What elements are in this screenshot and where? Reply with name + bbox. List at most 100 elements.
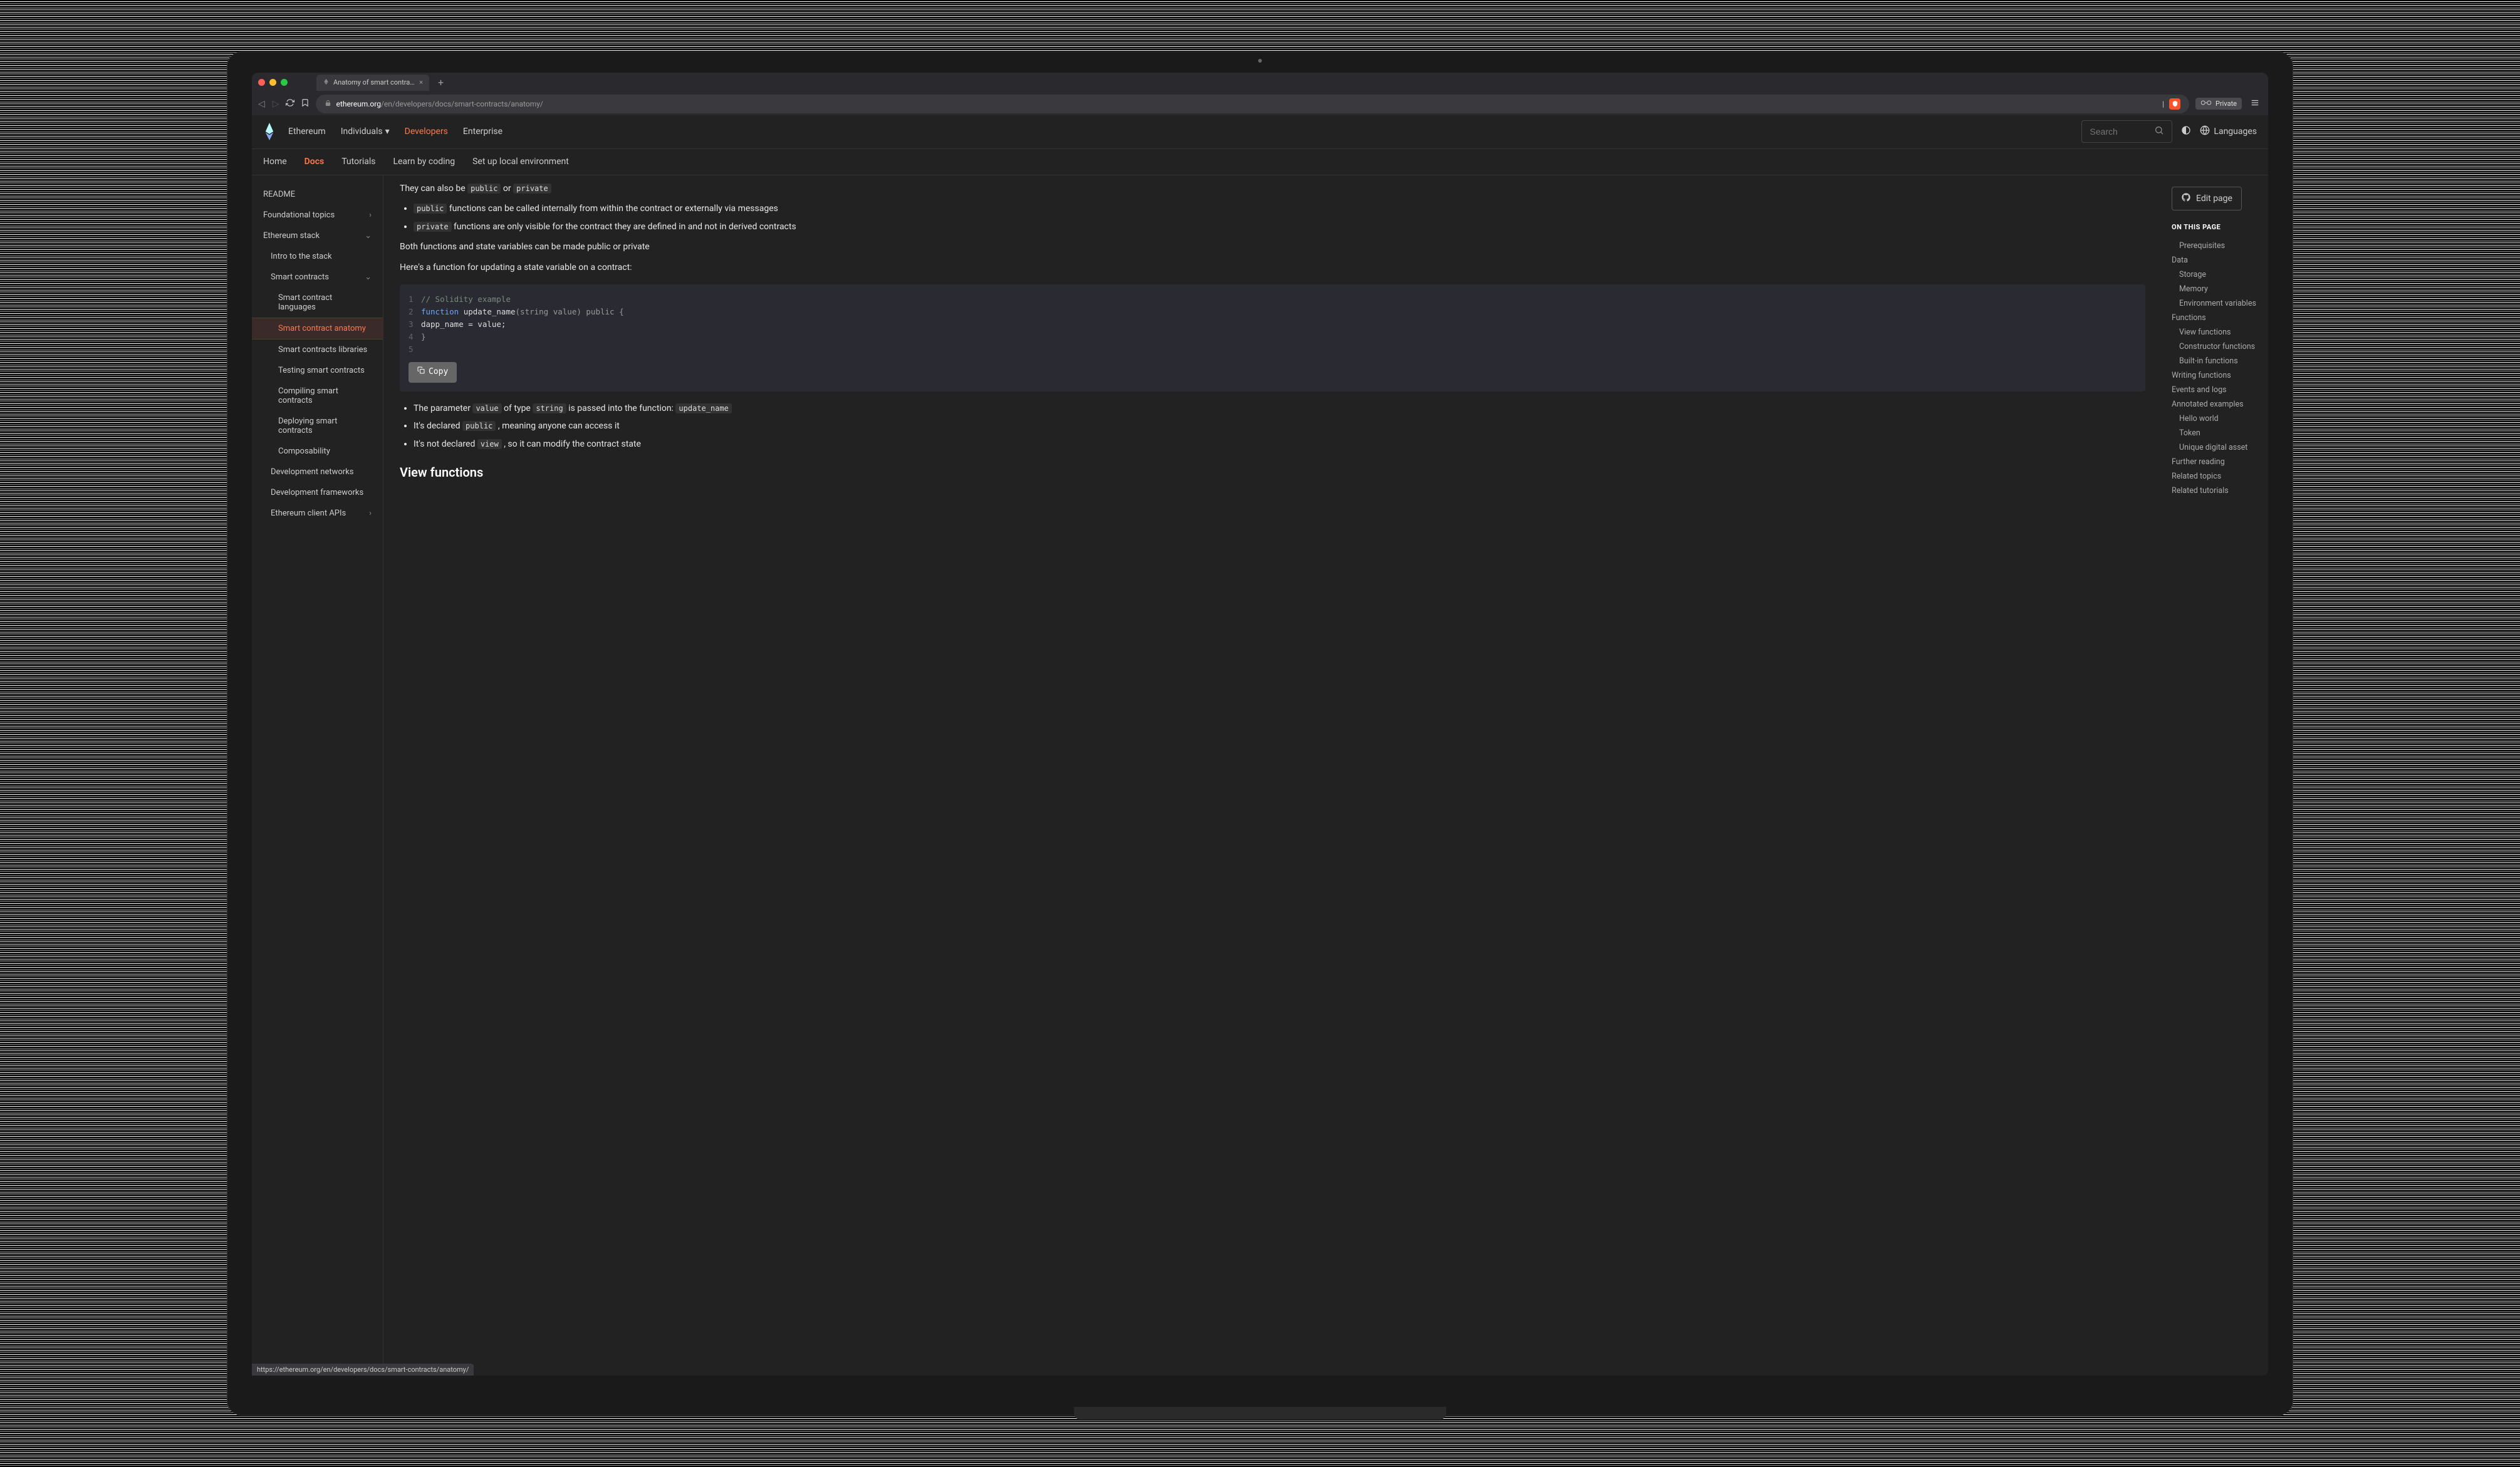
glasses-icon [2200,100,2212,108]
ethereum-logo-icon[interactable] [263,123,276,140]
private-badge: Private [2195,98,2242,110]
github-icon [2181,192,2191,205]
chevron-right-icon: › [369,210,372,220]
toc-item[interactable]: View functions [2172,325,2258,340]
sidebar-item[interactable]: Smart contracts⌄ [252,267,383,288]
toc-item[interactable]: Writing functions [2172,368,2258,383]
sidebar-item[interactable]: Smart contract anatomy [252,318,383,340]
browser-tab[interactable]: Anatomy of smart contracts | et × [316,75,429,91]
tab-bar: Anatomy of smart contracts | et × + [252,73,2268,93]
toc-item[interactable]: Unique digital asset [2172,440,2258,455]
toc-list: PrerequisitesDataStorageMemoryEnvironmen… [2172,239,2258,498]
window-maximize-button[interactable] [281,79,288,86]
edit-page-button[interactable]: Edit page [2172,187,2242,210]
toc-item[interactable]: Related topics [2172,469,2258,484]
window-minimize-button[interactable] [269,79,276,86]
sidebar-item-label: Deploying smart contracts [278,417,372,435]
sidebar-item-label: Composability [278,447,330,456]
nav-ethereum[interactable]: Ethereum [288,127,326,137]
copy-button[interactable]: Copy [409,362,457,383]
language-selector[interactable]: Languages [2200,125,2257,138]
window-close-button[interactable] [258,79,265,86]
sidebar-item[interactable]: Foundational topics › [252,205,383,225]
toc-item[interactable]: Prerequisites [2172,239,2258,253]
sidebar-item[interactable]: README [252,184,383,205]
sidebar-item-label: Compiling smart contracts [278,386,372,405]
sidebar-item[interactable]: Testing smart contracts [252,360,383,381]
toc-item[interactable]: Related tutorials [2172,484,2258,498]
chevron-down-icon: ▾ [385,127,390,137]
chevron-right-icon: › [369,509,372,518]
toc-item[interactable]: Constructor functions [2172,340,2258,354]
camera-dot [1258,59,1262,63]
traffic-lights [258,79,288,86]
list-item: private functions are only visible for t… [414,220,2145,234]
sidebar-item[interactable]: Ethereum stack ⌄ [252,225,383,246]
nav-individuals[interactable]: Individuals ▾ [341,127,390,137]
status-bar: https://ethereum.org/en/developers/docs/… [252,1364,474,1376]
sidebar-item[interactable]: Compiling smart contracts [252,381,383,411]
sidebar-item[interactable]: Development frameworks [252,482,383,503]
sidebar-item[interactable]: Deploying smart contracts [252,411,383,441]
sidebar-right: Edit page ON THIS PAGE PrerequisitesData… [2162,175,2268,1376]
back-button[interactable]: ◁ [258,99,265,109]
forward-button[interactable]: ▷ [273,99,279,109]
subnav-setup[interactable]: Set up local environment [472,157,569,167]
subnav-home[interactable]: Home [263,157,287,167]
sidebar-item-label: Testing smart contracts [278,366,365,375]
update-text: Here's a function for updating a state v… [400,261,2145,274]
subnav-docs[interactable]: Docs [305,157,325,167]
toc-heading: ON THIS PAGE [2172,223,2258,231]
page-content: Ethereum Individuals ▾ Developers Enterp… [252,115,2268,1376]
chevron-down-icon: ⌄ [365,231,372,241]
nav-enterprise[interactable]: Enterprise [463,127,502,137]
toc-item[interactable]: Memory [2172,282,2258,296]
search-input[interactable] [2090,127,2149,137]
code-private: private [513,184,551,194]
list-item: public functions can be called internall… [414,202,2145,215]
nav-developers[interactable]: Developers [405,127,448,137]
sidebar-item[interactable]: Composability [252,441,383,462]
sidebar-item-label: Ethereum stack [263,231,320,241]
code-public: public [467,184,501,194]
bookmark-button[interactable] [301,98,310,110]
toc-item[interactable]: Functions [2172,311,2258,325]
sidebar-item[interactable]: Smart contracts libraries [252,340,383,360]
toc-item[interactable]: Built-in functions [2172,354,2258,368]
toc-item[interactable]: Environment variables [2172,296,2258,311]
toc-item[interactable]: Events and logs [2172,383,2258,397]
sidebar-item[interactable]: Development networks [252,462,383,482]
toc-item[interactable]: Further reading [2172,455,2258,469]
sidebar-item-label: Development frameworks [271,488,363,497]
sidebar-item[interactable]: Intro to the stack [252,246,383,267]
search-box[interactable] [2081,120,2172,143]
shield-icon[interactable] [2169,98,2180,110]
subnav-tutorials[interactable]: Tutorials [341,157,375,167]
site-header: Ethereum Individuals ▾ Developers Enterp… [252,115,2268,149]
browser-menu-button[interactable] [2248,98,2262,110]
url-input[interactable]: ethereum.org/en/developers/docs/smart-co… [316,95,2189,113]
sidebar-item-label: Foundational topics [263,210,335,220]
sidebar-item-label: README [263,190,295,199]
tab-close-icon[interactable]: × [419,78,423,86]
nav-arrows: ◁ ▷ [258,99,279,109]
sidebar-item-label: Smart contract languages [278,293,372,312]
theme-toggle-button[interactable] [2181,125,2191,138]
toc-item[interactable]: Storage [2172,267,2258,282]
lock-icon [325,100,331,108]
toc-item[interactable]: Annotated examples [2172,397,2258,412]
url-text: ethereum.org/en/developers/docs/smart-co… [336,100,543,108]
subnav-learn[interactable]: Learn by coding [393,157,455,167]
toc-item[interactable]: Token [2172,426,2258,440]
new-tab-button[interactable]: + [433,76,449,88]
reload-button[interactable] [286,98,294,110]
sidebar-item-label: Smart contracts libraries [278,345,367,355]
url-divider: | [2162,100,2164,108]
sidebar-item[interactable]: Ethereum client APIs› [252,503,383,524]
toc-item[interactable]: Data [2172,253,2258,267]
section-heading-view-functions: View functions [400,462,2145,482]
list-item: It's declared public , meaning anyone ca… [414,419,2145,433]
sidebar-item[interactable]: Smart contract languages [252,288,383,318]
toc-item[interactable]: Hello world [2172,412,2258,426]
both-text: Both functions and state variables can b… [400,240,2145,254]
